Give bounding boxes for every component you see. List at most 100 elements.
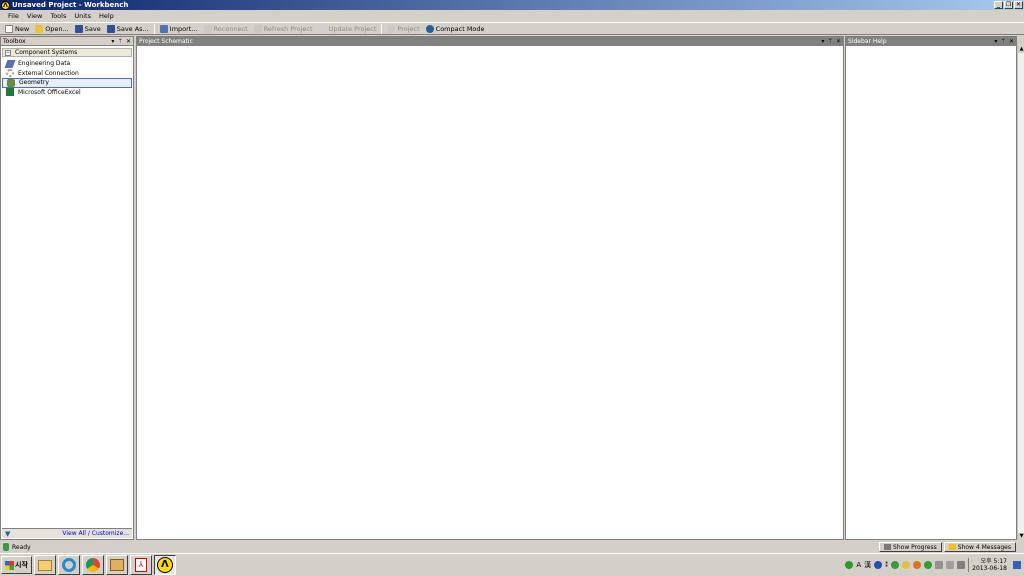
pin-icon[interactable]: ᛘ xyxy=(1001,37,1005,46)
pin-icon[interactable]: ᛘ xyxy=(118,37,122,46)
collapse-icon[interactable]: − xyxy=(5,49,11,56)
clock[interactable]: 오후 5:17 2013-06-18 xyxy=(968,558,1010,572)
close-icon[interactable]: ✕ xyxy=(1009,37,1014,46)
taskbar: 시작 ⅄ Λ A 漢 ⁑ 오후 5:17 2013-06-18 xyxy=(0,553,1024,576)
project-label: Project xyxy=(397,24,420,33)
network-icon[interactable] xyxy=(845,561,854,569)
folder-icon xyxy=(37,559,52,571)
flag-tray-icon[interactable] xyxy=(935,561,944,569)
update-tray-icon[interactable] xyxy=(902,561,911,569)
dropdown-icon[interactable]: ▾ xyxy=(821,37,824,46)
taskbar-acrobat[interactable]: ⅄ xyxy=(129,555,152,575)
close-button[interactable]: ✕ xyxy=(1014,1,1023,9)
refresh-icon xyxy=(253,24,262,33)
taskbar-explorer[interactable] xyxy=(33,555,56,575)
reconnect-button[interactable]: Reconnect xyxy=(201,24,251,33)
sync-tray-icon[interactable] xyxy=(924,561,933,569)
menu-bar: File View Tools Units Help xyxy=(0,10,1024,22)
menu-view[interactable]: View xyxy=(23,12,46,20)
dropdown-icon[interactable]: ▾ xyxy=(994,37,997,46)
view-all-customize-link[interactable]: View All / Customize... xyxy=(62,530,129,537)
open-button[interactable]: Open... xyxy=(32,24,72,33)
show-messages-button[interactable]: Show 4 Messages xyxy=(943,542,1016,552)
schematic-title: Project Schematic xyxy=(139,38,193,45)
toolbar-separator xyxy=(381,23,383,34)
refresh-project-button[interactable]: Refresh Project xyxy=(251,24,316,33)
project-button[interactable]: Project xyxy=(384,24,422,33)
new-label: New xyxy=(15,24,30,33)
more-tray-icon[interactable]: ⁑ xyxy=(885,562,888,569)
progress-icon xyxy=(884,544,892,550)
import-button[interactable]: Import... xyxy=(157,24,201,33)
save-button[interactable]: Save xyxy=(72,24,104,33)
menu-tools[interactable]: Tools xyxy=(46,12,70,20)
system-tray: A 漢 ⁑ 오후 5:17 2013-06-18 xyxy=(845,556,1024,574)
taskbar-internet-explorer[interactable] xyxy=(57,555,80,575)
save-as-icon xyxy=(106,24,115,33)
save-as-button[interactable]: Save As... xyxy=(104,24,152,33)
internet-explorer-icon xyxy=(61,558,76,572)
start-button[interactable]: 시작 xyxy=(1,556,32,574)
volume-icon[interactable] xyxy=(946,561,955,569)
project-icon xyxy=(387,24,396,33)
alert-tray-icon[interactable] xyxy=(913,561,922,569)
toolbox-panel: Toolbox ▾ ᛘ ✕ − Component Systems Engine… xyxy=(0,36,134,540)
save-as-label: Save As... xyxy=(116,24,149,33)
show-messages-label: Show 4 Messages xyxy=(957,543,1011,551)
refresh-label: Refresh Project xyxy=(263,24,313,33)
update-project-button[interactable]: Update Project xyxy=(316,24,380,33)
compact-mode-button[interactable]: Compact Mode xyxy=(423,24,488,33)
taskbar-chrome[interactable] xyxy=(81,555,104,575)
close-icon[interactable]: ✕ xyxy=(126,37,131,46)
device-tray-icon[interactable] xyxy=(957,561,966,569)
ime-mode-a[interactable]: A xyxy=(856,561,861,569)
geometry-icon xyxy=(7,78,15,87)
minimize-button[interactable]: _ xyxy=(994,1,1003,9)
filter-icon[interactable]: ▼ xyxy=(5,530,10,538)
clock-date: 2013-06-18 xyxy=(972,565,1007,572)
toolbox-title: Toolbox xyxy=(3,38,26,45)
new-button[interactable]: New xyxy=(2,24,32,33)
taskbar-installer[interactable] xyxy=(105,555,128,575)
show-desktop-icon[interactable] xyxy=(1013,561,1021,569)
toolbox-item-external-connection[interactable]: External Connection xyxy=(2,69,132,79)
toolbox-footer: ▼ View All / Customize... xyxy=(2,528,132,538)
main-toolbar: New Open... Save Save As... Import... Re… xyxy=(0,22,1024,35)
workbench-icon: Λ xyxy=(156,557,173,573)
schematic-canvas[interactable] xyxy=(137,47,843,539)
pin-icon[interactable]: ᛘ xyxy=(828,37,832,46)
workbench-app-icon[interactable]: Λ xyxy=(1,0,10,10)
toolbar-separator xyxy=(153,23,155,34)
dropdown-icon[interactable]: ▾ xyxy=(111,37,114,46)
menu-file[interactable]: File xyxy=(4,12,23,20)
sidebar-scrollbar[interactable]: ▲ ▼ xyxy=(1017,46,1024,540)
close-icon[interactable]: ✕ xyxy=(836,37,841,46)
start-label: 시작 xyxy=(15,561,28,569)
folder-icon xyxy=(35,24,44,33)
component-systems-group[interactable]: − Component Systems xyxy=(2,48,132,57)
security-icon[interactable] xyxy=(891,561,900,569)
title-bar: Λ Unsaved Project - Workbench _ ❐ ✕ xyxy=(0,0,1024,10)
reconnect-icon xyxy=(203,24,212,33)
gear-icon xyxy=(6,69,14,78)
status-bar: Ready Show Progress Show 4 Messages xyxy=(0,541,1024,553)
show-progress-button[interactable]: Show Progress xyxy=(879,542,942,552)
engineering-data-icon xyxy=(4,59,16,68)
toolbox-item-engineering-data[interactable]: Engineering Data xyxy=(2,59,132,69)
help-icon[interactable] xyxy=(874,561,883,569)
scroll-down-arrow[interactable]: ▼ xyxy=(1018,533,1024,540)
taskbar-workbench[interactable]: Λ xyxy=(153,555,176,575)
sidebar-header: Sidebar Help ▾ ᛘ ✕ xyxy=(846,37,1016,46)
installer-icon xyxy=(109,559,124,571)
scroll-up-arrow[interactable]: ▲ xyxy=(1018,46,1024,53)
list-item-label: Microsoft OfficeExcel xyxy=(18,88,81,96)
restore-button[interactable]: ❐ xyxy=(1004,1,1013,9)
group-label: Component Systems xyxy=(15,49,78,56)
toolbox-item-excel[interactable]: Microsoft OfficeExcel xyxy=(2,88,132,98)
compact-label: Compact Mode xyxy=(435,24,485,33)
toolbox-item-geometry[interactable]: Geometry xyxy=(2,78,132,88)
menu-units[interactable]: Units xyxy=(70,12,95,20)
ime-mode-han[interactable]: 漢 xyxy=(864,560,871,570)
menu-help[interactable]: Help xyxy=(95,12,118,20)
save-disk-icon xyxy=(74,24,83,33)
